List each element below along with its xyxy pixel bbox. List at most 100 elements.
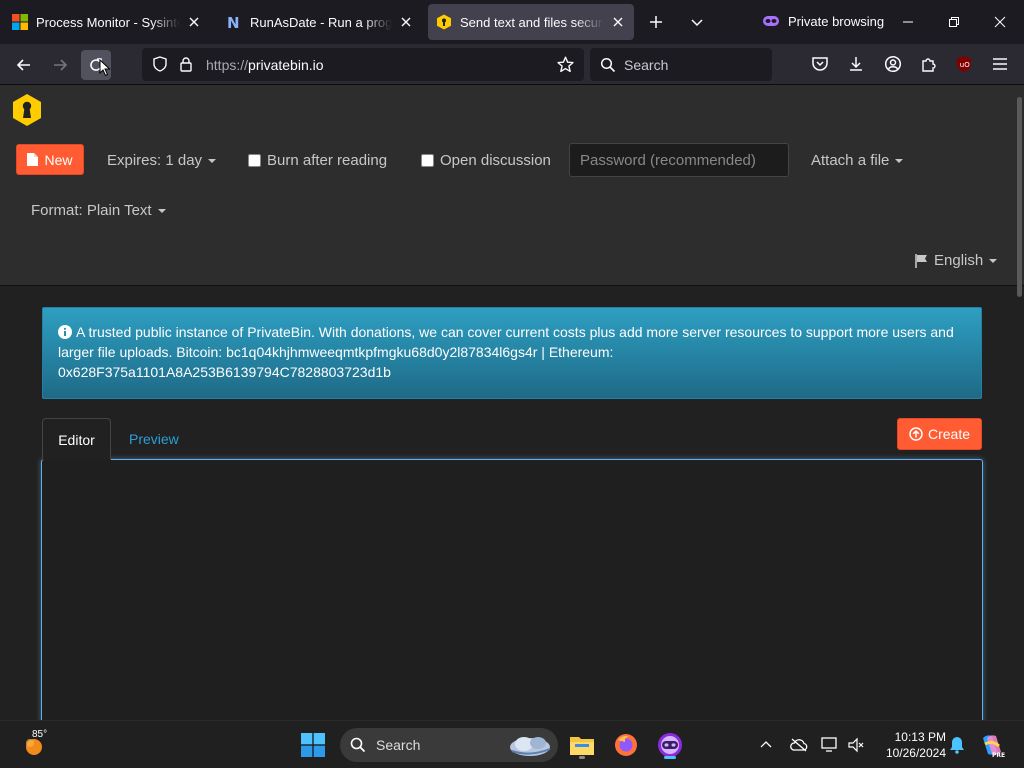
private-browsing-indicator: Private browsing xyxy=(762,12,884,30)
taskbar-firefox-private[interactable] xyxy=(654,729,686,761)
expires-dropdown[interactable]: Expires: 1 day xyxy=(107,152,217,169)
close-icon xyxy=(994,16,1006,28)
open-discussion-label: Open discussion xyxy=(440,152,551,169)
taskbar-firefox[interactable] xyxy=(610,729,642,761)
taskbar-clock[interactable]: 10:13 PM 10/26/2024 xyxy=(872,729,946,761)
weather-temperature: 85° xyxy=(32,729,48,740)
taskbar-search[interactable]: Search xyxy=(340,728,558,762)
paste-editor-textarea[interactable] xyxy=(41,459,983,720)
windows-logo-icon xyxy=(12,14,28,30)
ublock-origin-icon[interactable]: uO xyxy=(954,54,974,74)
page-content: New Expires: 1 day Burn after reading Op… xyxy=(0,85,1024,720)
open-discussion-checkbox[interactable] xyxy=(421,154,434,167)
network-off-icon xyxy=(847,737,865,753)
chevron-down-icon xyxy=(689,14,705,30)
tab-title: Process Monitor - Sysinternals xyxy=(36,14,180,30)
info-alert: A trusted public instance of PrivateBin.… xyxy=(42,307,982,399)
language-label: English xyxy=(934,252,984,269)
minimize-icon xyxy=(902,16,914,28)
bookmark-star-icon[interactable] xyxy=(557,56,574,73)
extensions-puzzle-icon[interactable] xyxy=(919,54,939,74)
language-dropdown[interactable]: English xyxy=(915,252,998,269)
password-input[interactable] xyxy=(569,143,789,177)
taskbar-search-placeholder: Search xyxy=(376,737,421,753)
search-icon xyxy=(600,57,616,73)
monitor-icon xyxy=(821,737,839,753)
tab-runasdate[interactable]: N RunAsDate - Run a program with a date xyxy=(218,4,422,40)
clock-date: 10/26/2024 xyxy=(885,746,946,760)
alert-text: A trusted public instance of PrivateBin.… xyxy=(58,322,966,362)
tab-title: RunAsDate - Run a program with a date xyxy=(250,14,392,30)
info-circle-icon xyxy=(58,325,72,339)
caret-down-icon xyxy=(157,208,166,213)
close-icon[interactable] xyxy=(398,14,414,30)
minimize-button[interactable] xyxy=(888,6,928,38)
active-indicator xyxy=(664,756,676,759)
restore-icon xyxy=(948,16,960,28)
running-indicator xyxy=(579,756,585,759)
expires-label: Expires: 1 day xyxy=(107,152,203,169)
windows-taskbar: 85° Search 10:13 PM 10/26/2024 PRE xyxy=(0,720,1024,768)
back-button[interactable] xyxy=(9,50,39,80)
clock-time: 10:13 PM xyxy=(894,730,946,744)
privatebin-navbar: New Expires: 1 day Burn after reading Op… xyxy=(0,85,1024,286)
burn-after-reading-option[interactable]: Burn after reading xyxy=(248,152,387,169)
tab-editor[interactable]: Editor xyxy=(42,418,111,460)
download-icon[interactable] xyxy=(846,54,866,74)
taskbar-file-explorer[interactable] xyxy=(566,729,598,761)
n-letter-icon: N xyxy=(226,14,242,30)
arrow-left-icon xyxy=(16,57,32,73)
close-icon[interactable] xyxy=(610,14,626,30)
format-dropdown[interactable]: Format: Plain Text xyxy=(31,202,166,219)
url-bar[interactable]: https://privatebin.io xyxy=(142,48,584,81)
url-host: privatebin.io xyxy=(248,57,324,73)
alert-line-2: 0x628F375a1101A8A253B6139794C7828803723d… xyxy=(58,364,391,380)
privatebin-icon xyxy=(436,14,452,30)
close-window-button[interactable] xyxy=(980,6,1020,38)
list-all-tabs-button[interactable] xyxy=(683,8,711,36)
alert-line-1: A trusted public instance of PrivateBin.… xyxy=(58,324,954,360)
attach-file-dropdown[interactable]: Attach a file xyxy=(811,152,904,169)
notifications-button[interactable] xyxy=(946,729,968,761)
format-label: Format: Plain Text xyxy=(31,202,152,219)
lock-icon[interactable] xyxy=(178,56,194,72)
open-discussion-option[interactable]: Open discussion xyxy=(421,152,551,169)
url-scheme: https:// xyxy=(206,57,249,73)
search-placeholder: Search xyxy=(624,56,669,73)
svg-text:PRE: PRE xyxy=(992,752,1005,758)
onedrive-tray[interactable] xyxy=(788,729,810,761)
folder-icon xyxy=(569,734,595,756)
start-button[interactable] xyxy=(298,729,328,761)
copilot-button[interactable]: PRE xyxy=(978,729,1006,761)
tab-preview[interactable]: Preview xyxy=(129,431,179,447)
restore-button[interactable] xyxy=(934,6,974,38)
pocket-icon[interactable] xyxy=(810,54,830,74)
upload-circle-icon xyxy=(909,427,923,441)
account-icon[interactable] xyxy=(883,54,903,74)
new-paste-label: New xyxy=(44,151,73,168)
shield-icon[interactable] xyxy=(152,56,168,72)
search-icon xyxy=(350,737,366,753)
firefox-icon xyxy=(613,732,639,758)
private-mask-icon xyxy=(762,12,780,30)
new-tab-button[interactable] xyxy=(642,8,670,36)
volume-tray[interactable] xyxy=(845,729,867,761)
display-tray[interactable] xyxy=(819,729,841,761)
navigation-toolbar: https://privatebin.io Search uO xyxy=(0,44,1024,85)
create-label: Create xyxy=(927,426,971,442)
search-bar[interactable]: Search xyxy=(590,48,772,81)
close-icon[interactable] xyxy=(186,14,202,30)
burn-after-reading-checkbox[interactable] xyxy=(248,154,261,167)
page-scrollbar[interactable] xyxy=(1017,97,1022,297)
hamburger-menu-icon[interactable] xyxy=(990,54,1010,74)
tab-privatebin[interactable]: Send text and files securely and anonymo… xyxy=(428,4,634,40)
new-paste-button[interactable]: New xyxy=(16,144,84,175)
privatebin-logo-icon[interactable] xyxy=(10,93,44,127)
search-highlight-icon xyxy=(504,731,554,759)
show-hidden-icons-button[interactable] xyxy=(756,729,776,761)
forward-button[interactable] xyxy=(45,50,75,80)
create-button[interactable]: Create xyxy=(897,418,982,450)
tab-process-monitor[interactable]: Process Monitor - Sysinternals xyxy=(4,4,210,40)
attach-file-label: Attach a file xyxy=(811,152,890,169)
url-text[interactable]: https://privatebin.io xyxy=(206,57,324,73)
